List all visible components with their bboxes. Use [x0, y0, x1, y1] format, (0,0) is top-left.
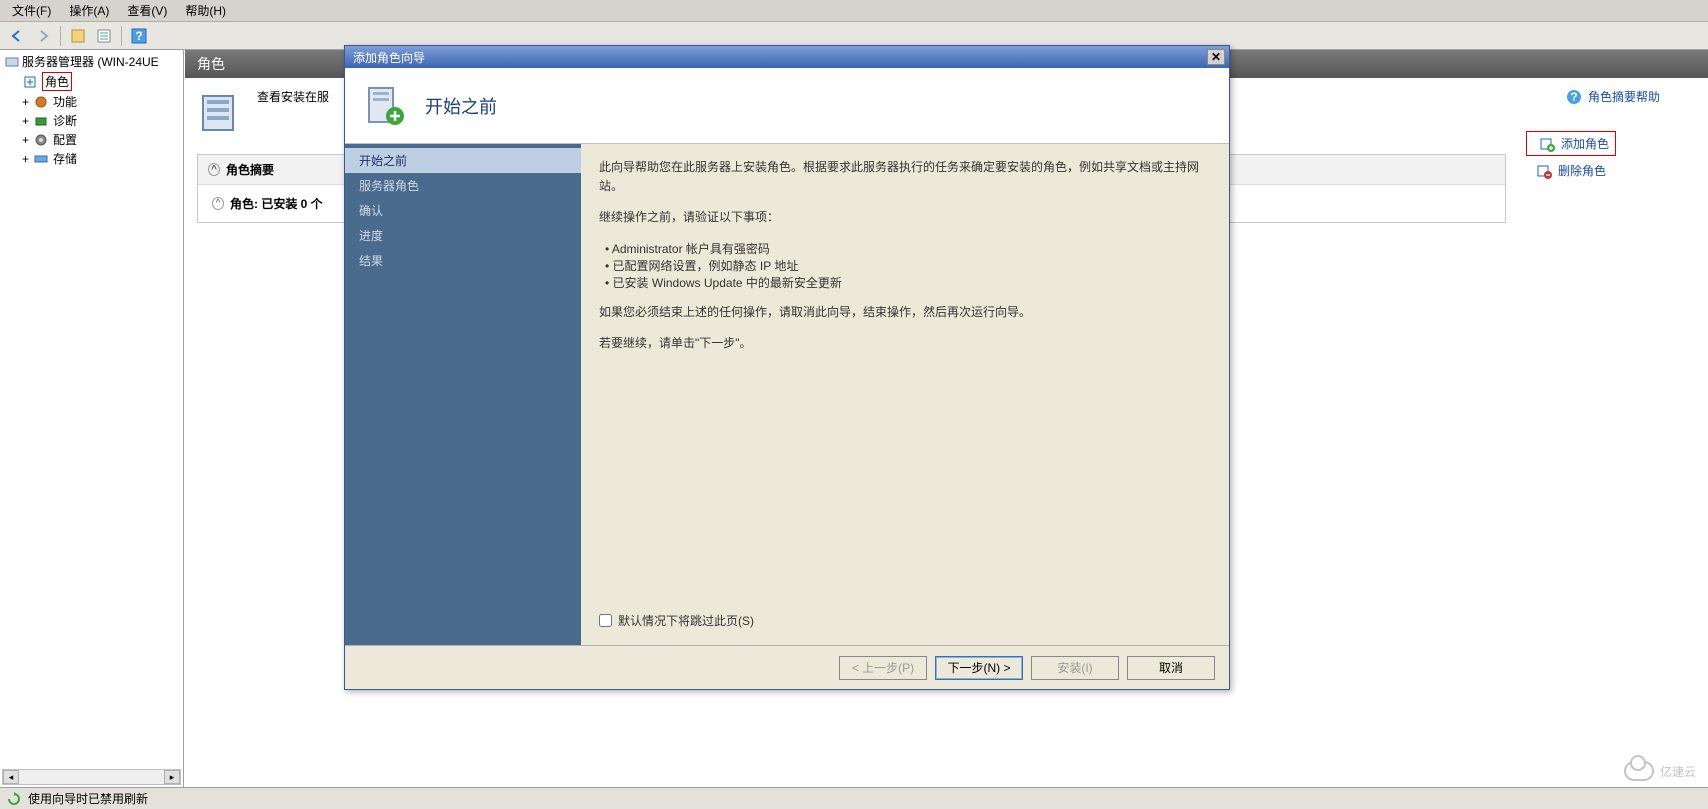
wizard-step-progress[interactable]: 进度 — [345, 223, 581, 248]
diagnostics-icon — [33, 113, 49, 129]
refresh-icon — [6, 791, 22, 807]
tree-panel: 服务器管理器 (WIN-24UE 角色 + 功能 + 诊断 + 配置 + 存储 … — [0, 50, 184, 787]
roles-right: ? 角色摘要帮助 添加角色 删除角色 — [1518, 78, 1708, 787]
properties-button[interactable] — [93, 25, 115, 47]
add-role-icon — [1539, 136, 1555, 152]
tree-item-label: 角色 — [42, 72, 72, 91]
next-button[interactable]: 下一步(N) > — [935, 656, 1023, 680]
wizard-banner-icon — [363, 84, 407, 128]
tree-item-diagnostics[interactable]: + 诊断 — [20, 111, 181, 130]
menu-action[interactable]: 操作(A) — [61, 0, 117, 21]
tree-root-label: 服务器管理器 (WIN-24UE — [22, 53, 159, 70]
install-button: 安装(I) — [1031, 656, 1119, 680]
add-roles-wizard-dialog: 添加角色向导 ✕ 开始之前 开始之前 服务器角色 确认 进度 结果 此向导帮助您… — [344, 45, 1230, 690]
tree-item-roles[interactable]: 角色 — [20, 71, 181, 92]
dialog-body: 开始之前 服务器角色 确认 进度 结果 此向导帮助您在此服务器上安装角色。根据要… — [345, 144, 1229, 645]
back-button[interactable] — [6, 25, 28, 47]
wizard-step-roles[interactable]: 服务器角色 — [345, 173, 581, 198]
dialog-footer: < 上一步(P) 下一步(N) > 安装(I) 取消 — [345, 645, 1229, 689]
tree-hscrollbar[interactable]: ◂ ▸ — [2, 769, 181, 785]
menu-help[interactable]: 帮助(H) — [177, 0, 234, 21]
refresh-button[interactable] — [67, 25, 89, 47]
svg-text:?: ? — [135, 29, 142, 43]
svg-text:?: ? — [1570, 90, 1577, 104]
menu-view[interactable]: 查看(V) — [119, 0, 175, 21]
expand-icon[interactable]: + — [22, 114, 29, 128]
tree-item-config[interactable]: + 配置 — [20, 130, 181, 149]
wizard-bullets: Administrator 帐户具有强密码 已配置网络设置，例如静态 IP 地址… — [605, 240, 1211, 291]
help-button[interactable]: ? — [128, 25, 150, 47]
tree-item-features[interactable]: + 功能 — [20, 92, 181, 111]
dialog-banner-title: 开始之前 — [425, 93, 497, 119]
wizard-tail1-text: 如果您必须结束上述的任何操作，请取消此向导，结束操作，然后再次运行向导。 — [599, 303, 1211, 322]
wizard-bullet: 已安装 Windows Update 中的最新安全更新 — [605, 274, 1211, 291]
watermark-text: 亿速云 — [1660, 763, 1696, 780]
scroll-left-icon[interactable]: ◂ — [3, 770, 19, 784]
config-icon — [33, 132, 49, 148]
wizard-main: 此向导帮助您在此服务器上安装角色。根据要求此服务器执行的任务来确定要安装的角色，… — [581, 144, 1229, 645]
separator-icon — [121, 26, 122, 46]
add-role-label: 添加角色 — [1561, 135, 1609, 152]
tree-item-label: 诊断 — [53, 112, 77, 129]
remove-role-link[interactable]: 删除角色 — [1532, 160, 1700, 181]
dialog-banner: 开始之前 — [345, 68, 1229, 144]
remove-role-icon — [1536, 163, 1552, 179]
dialog-title: 添加角色向导 — [353, 49, 425, 66]
previous-button: < 上一步(P) — [839, 656, 927, 680]
scroll-right-icon[interactable]: ▸ — [164, 770, 180, 784]
wizard-step-confirm[interactable]: 确认 — [345, 198, 581, 223]
roles-desc-text: 查看安装在服 — [257, 88, 329, 105]
wizard-bullet: 已配置网络设置，例如静态 IP 地址 — [605, 257, 1211, 274]
help-icon: ? — [1566, 89, 1582, 105]
roles-icon — [22, 74, 38, 90]
forward-button[interactable] — [32, 25, 54, 47]
cancel-button[interactable]: 取消 — [1127, 656, 1215, 680]
wizard-steps: 开始之前 服务器角色 确认 进度 结果 — [345, 144, 581, 645]
dialog-titlebar[interactable]: 添加角色向导 ✕ — [345, 46, 1229, 68]
separator-icon — [60, 26, 61, 46]
expand-icon[interactable]: + — [22, 95, 29, 109]
storage-icon — [33, 151, 49, 167]
tree-item-storage[interactable]: + 存储 — [20, 149, 181, 168]
role-summary-title: 角色摘要 — [226, 161, 274, 178]
watermark: 亿速云 — [1624, 761, 1696, 781]
menu-file[interactable]: 文件(F) — [4, 0, 59, 21]
wizard-bullet: Administrator 帐户具有强密码 — [605, 240, 1211, 257]
add-role-link[interactable]: 添加角色 — [1535, 133, 1613, 154]
help-link-label: 角色摘要帮助 — [1588, 88, 1660, 105]
role-summary-help-link[interactable]: ? 角色摘要帮助 — [1526, 88, 1700, 105]
wizard-intro-text: 此向导帮助您在此服务器上安装角色。根据要求此服务器执行的任务来确定要安装的角色，… — [599, 158, 1211, 196]
close-icon: ✕ — [1211, 50, 1221, 64]
remove-role-label: 删除角色 — [1558, 162, 1606, 179]
menubar: 文件(F) 操作(A) 查看(V) 帮助(H) — [0, 0, 1708, 22]
collapse-icon[interactable]: ^ — [208, 163, 220, 176]
tree-root[interactable]: 服务器管理器 (WIN-24UE — [2, 52, 181, 71]
expand-icon[interactable]: + — [22, 152, 29, 166]
skip-page-checkbox[interactable] — [599, 614, 612, 627]
tree-item-label: 存储 — [53, 150, 77, 167]
skip-page-row[interactable]: 默认情况下将跳过此页(S) — [599, 612, 1211, 637]
wizard-verify-text: 继续操作之前，请验证以下事项： — [599, 208, 1211, 227]
expand-icon[interactable]: + — [22, 133, 29, 147]
tree-item-label: 配置 — [53, 131, 77, 148]
wizard-step-before[interactable]: 开始之前 — [345, 148, 581, 173]
wizard-step-result[interactable]: 结果 — [345, 248, 581, 273]
wizard-tail2-text: 若要继续，请单击"下一步"。 — [599, 334, 1211, 353]
cloud-icon — [1624, 761, 1654, 781]
close-button[interactable]: ✕ — [1207, 49, 1225, 65]
skip-page-label: 默认情况下将跳过此页(S) — [618, 612, 754, 629]
tree-item-label: 功能 — [53, 93, 77, 110]
status-text: 使用向导时已禁用刷新 — [28, 790, 148, 807]
roles-installed-label: 角色: 已安装 0 个 — [230, 195, 323, 212]
statusbar: 使用向导时已禁用刷新 — [0, 787, 1708, 809]
add-role-highlight: 添加角色 — [1526, 131, 1616, 156]
features-icon — [33, 94, 49, 110]
server-icon — [4, 54, 20, 70]
collapse-icon[interactable]: ^ — [212, 197, 224, 210]
server-large-icon — [197, 88, 245, 136]
